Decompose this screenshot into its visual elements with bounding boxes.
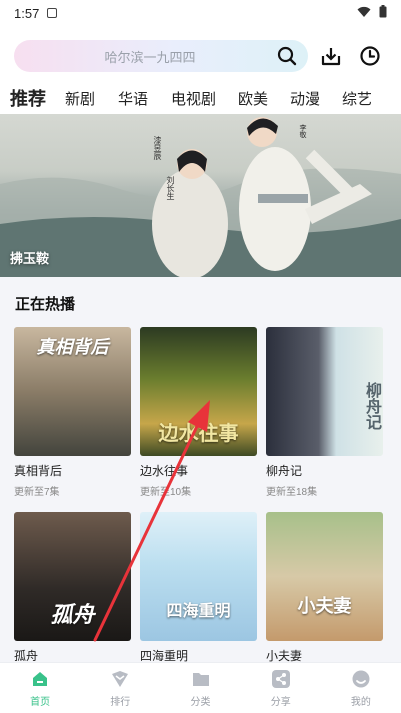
tab-recommend[interactable]: 推荐 [10, 85, 58, 119]
nav-label: 排行 [110, 697, 131, 708]
show-card[interactable]: 边水往事 边水往事 更新至10集 [140, 327, 257, 498]
tab-chinese[interactable]: 华语 [111, 88, 166, 109]
credit-actor-left: 漆昱辰 [153, 136, 162, 160]
nav-category[interactable]: 分类 [160, 663, 240, 713]
show-card[interactable]: 孤舟 孤舟 [14, 512, 131, 668]
download-icon[interactable] [316, 40, 347, 72]
folder-icon [190, 668, 212, 690]
show-card[interactable]: 小夫妻 小夫妻 [266, 512, 383, 668]
credit-actor-right: 李敬 [299, 124, 306, 138]
show-poster: 边水往事 [140, 327, 257, 456]
search-input[interactable]: 哈尔滨一九四四 [14, 40, 308, 72]
credit-role-left: 刘长生 [166, 176, 175, 200]
sim-icon [47, 8, 58, 18]
search-placeholder: 哈尔滨一九四四 [104, 49, 196, 65]
top-header: 哈尔滨一九四四 推荐 新剧 华语 电视剧 欧美 动漫 综艺 [0, 26, 401, 119]
banner-credit-left: 漆昱辰 [152, 136, 163, 160]
poster-title: 边水往事 [158, 423, 239, 445]
tab-label: 推荐 [10, 89, 46, 109]
wifi-icon [357, 6, 371, 21]
category-tabs: 推荐 新剧 华语 电视剧 欧美 动漫 综艺 [0, 82, 401, 119]
home-icon [29, 668, 51, 690]
show-card[interactable]: 柳舟记 柳舟记 更新至18集 [266, 327, 383, 498]
banner-credit-left-role: 刘长生 [165, 176, 176, 200]
banner-title: 拂玉鞍 [10, 251, 50, 266]
tab-variety[interactable]: 综艺 [342, 88, 392, 109]
nav-rank[interactable]: 排行 [80, 663, 160, 713]
tab-western[interactable]: 欧美 [235, 88, 288, 109]
show-update: 更新至7集 [14, 487, 60, 498]
show-poster: 孤舟 [14, 512, 131, 641]
search-icon[interactable] [272, 41, 302, 71]
poster-title: 柳舟记 [363, 382, 380, 430]
nav-home[interactable]: 首页 [0, 663, 80, 713]
battery-icon [379, 5, 387, 21]
poster-title: 小夫妻 [297, 596, 352, 616]
show-update: 更新至10集 [140, 487, 192, 498]
section-title: 正在热播 [15, 296, 76, 313]
tab-tv-series[interactable]: 电视剧 [166, 88, 235, 109]
show-name: 柳舟记 [266, 464, 303, 478]
nav-share[interactable]: 分享 [241, 663, 321, 713]
show-poster: 真相背后 [14, 327, 131, 456]
nav-profile[interactable]: 我的 [321, 663, 401, 713]
poster-title: 真相背后 [36, 337, 109, 357]
bottom-nav: 首页 排行 分类 分享 我的 [0, 662, 401, 713]
nav-label: 我的 [350, 697, 371, 708]
profile-icon [350, 668, 372, 690]
show-card[interactable]: 四海重明 四海重明 [140, 512, 257, 668]
show-update: 更新至18集 [266, 487, 318, 498]
nav-label: 首页 [30, 697, 51, 708]
show-poster: 小夫妻 [266, 512, 383, 641]
hot-playing-section: 正在热播 真相背后 真相背后 更新至7集 边水往事 边水往事 更新至10集 柳舟… [0, 277, 401, 663]
featured-banner[interactable]: 漆昱辰 刘长生 李敬 拂玉鞍 [0, 114, 401, 277]
status-bar: 1:57 [0, 0, 401, 26]
tab-anime[interactable]: 动漫 [288, 88, 342, 109]
show-name: 边水往事 [140, 464, 189, 478]
poster-title: 四海重明 [166, 603, 231, 620]
show-card[interactable]: 真相背后 真相背后 更新至7集 [14, 327, 131, 498]
show-poster: 四海重明 [140, 512, 257, 641]
tab-new[interactable]: 新剧 [58, 88, 111, 109]
rank-icon [109, 668, 131, 690]
poster-title: 孤舟 [50, 602, 95, 627]
nav-label: 分类 [190, 697, 211, 708]
show-name: 真相背后 [14, 464, 63, 478]
search-row: 哈尔滨一九四四 [14, 40, 386, 72]
banner-artwork [0, 117, 401, 277]
status-time: 1:57 [14, 5, 40, 21]
banner-credit-right: 李敬 [297, 124, 307, 138]
share-icon [270, 668, 292, 690]
history-icon[interactable] [355, 40, 386, 72]
show-poster: 柳舟记 [266, 327, 383, 456]
nav-label: 分享 [270, 697, 291, 708]
